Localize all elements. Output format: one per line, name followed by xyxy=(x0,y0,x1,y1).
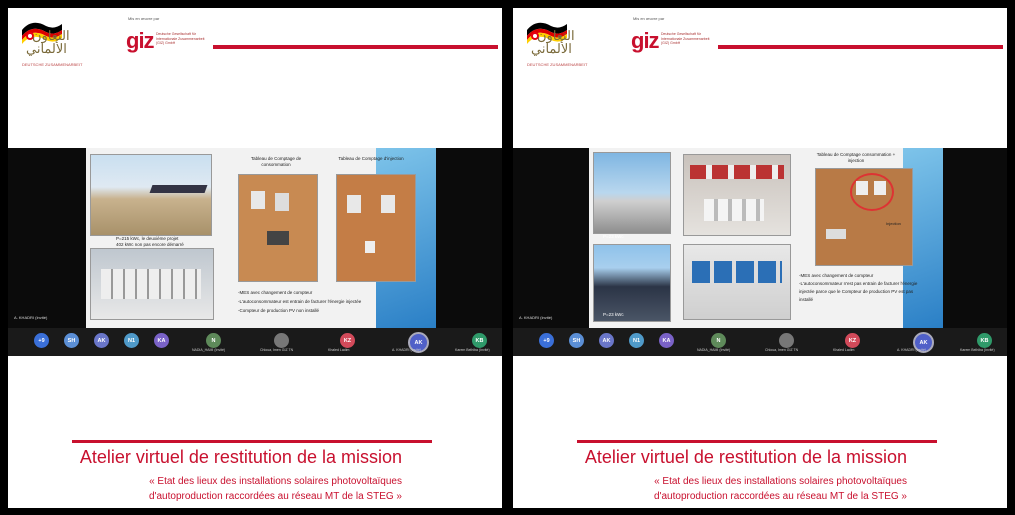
metering-board-photo: Injection xyxy=(815,168,913,266)
inverter-room-photo xyxy=(683,154,791,236)
header-divider xyxy=(213,45,498,49)
mandate-label: Mis en œuvre par xyxy=(633,16,665,21)
rooftop-photo xyxy=(593,152,671,234)
participant-name: NADIA_HAMI (Invité) xyxy=(192,348,226,352)
participant-name: Chloua, Imen GIZ TN xyxy=(765,348,799,352)
giz-desc: Deutsche Gesellschaft für Internationale… xyxy=(661,32,710,45)
participant-avatar[interactable]: KA xyxy=(659,333,674,348)
participants-bar: +9 SH AK N1 KA N NADIA_HAMI (Invité) Chl… xyxy=(8,328,502,356)
participant-avatar[interactable] xyxy=(779,333,794,348)
participant-name: Khaled Ladim xyxy=(328,348,350,352)
inverter-wall-photo xyxy=(683,244,791,320)
participant-avatar[interactable]: N xyxy=(711,333,726,348)
participant-avatar[interactable]: +9 xyxy=(539,333,554,348)
left-bullets: -MES avec changement de compteur -L'auto… xyxy=(238,290,362,313)
shared-slide: P=215 kWc, le deuxième projet 402 kWc no… xyxy=(86,148,436,328)
right-bullets: -MES avec changement de compteur -L'auto… xyxy=(799,273,918,302)
giz-desc: Deutsche Gesellschaft für Internationale… xyxy=(156,32,205,45)
participant-avatar[interactable]: KZ xyxy=(340,333,355,348)
photo-caption-1: P=23 kWc xyxy=(603,234,624,239)
arabic-logo-text: التعاون الألماني xyxy=(26,29,70,57)
participant-avatar[interactable]: KA xyxy=(154,333,169,348)
participant-name: Karem Belhiba (Invité) xyxy=(960,348,995,352)
giz-logo: giz xyxy=(631,28,660,53)
consumption-board-photo xyxy=(238,174,318,282)
footer-subtitle: « Etat des lieux des installations solai… xyxy=(149,476,402,502)
footer-divider xyxy=(577,440,937,443)
participant-name: Chloua, Imen GIZ TN xyxy=(260,348,294,352)
board-title: Tableau de Comptage consommation + injec… xyxy=(816,152,896,163)
participant-name: Khaled Ladim xyxy=(833,348,855,352)
participant-name: Karem Belhiba (Invité) xyxy=(455,348,490,352)
participant-avatar[interactable]: SH xyxy=(569,333,584,348)
video-tile: P=23 kWc P=23 kWc Tableau de Comptage co… xyxy=(513,148,1007,328)
solar-field-photo xyxy=(90,154,212,236)
footer-title: Atelier virtuel de restitution de la mis… xyxy=(79,447,402,467)
left-caption: P=215 kWc, le deuxième projet 402 kWc no… xyxy=(116,236,184,247)
inverter-room-photo xyxy=(90,248,214,320)
arabic-logo-text: التعاون الألماني xyxy=(531,29,575,57)
footer-subtitle: « Etat des lieux des installations solai… xyxy=(654,476,907,502)
photo-caption-2: P=23 kWc xyxy=(603,312,624,317)
footer-title: Atelier virtuel de restitution de la mis… xyxy=(584,447,907,467)
injection-label: Injection xyxy=(886,221,901,226)
participant-avatar[interactable]: SH xyxy=(64,333,79,348)
right-slide-panel: التعاون الألماني DEUTSCHE ZUSAMMENARBEIT… xyxy=(513,8,1007,508)
tile-name-label: A. KHADRI (Invité) xyxy=(519,315,553,320)
participant-avatar[interactable]: +9 xyxy=(34,333,49,348)
board1-title: Tableau de Comptage de consommation xyxy=(250,156,302,167)
participant-avatar[interactable]: N1 xyxy=(124,333,139,348)
solar-roof-photo xyxy=(593,244,671,322)
tile-name-label: A. KHADRI (Invité) xyxy=(14,315,48,320)
giz-logo: giz xyxy=(126,28,155,53)
left-slide-panel: التعاون الألماني DEUTSCHE ZUSAMMENARBEIT… xyxy=(8,8,502,508)
participant-name: NADIA_HAMI (Invité) xyxy=(697,348,731,352)
participant-avatar[interactable]: AK xyxy=(599,333,614,348)
coop-label: DEUTSCHE ZUSAMMENARBEIT xyxy=(22,62,83,67)
mandate-label: Mis en œuvre par xyxy=(128,16,160,21)
shared-slide: P=23 kWc P=23 kWc Tableau de Comptage co… xyxy=(589,148,943,328)
participant-name: A. KHADRI (Invité) xyxy=(897,348,927,352)
header-divider xyxy=(718,45,1003,49)
coop-label: DEUTSCHE ZUSAMMENARBEIT xyxy=(527,62,588,67)
participant-avatar[interactable]: AK xyxy=(94,333,109,348)
participant-avatar[interactable]: N xyxy=(206,333,221,348)
participant-avatar[interactable]: KZ xyxy=(845,333,860,348)
participants-bar: +9 SH AK N1 KA N NADIA_HAMI (Invité) Chl… xyxy=(513,328,1007,356)
participant-name: A. KHADRI (Invité) xyxy=(392,348,422,352)
footer-divider xyxy=(72,440,432,443)
participant-avatar[interactable]: KB xyxy=(472,333,487,348)
board2-title: Tableau de Comptage d'injection xyxy=(338,156,404,161)
participant-avatar[interactable]: N1 xyxy=(629,333,644,348)
participant-avatar[interactable]: KB xyxy=(977,333,992,348)
video-tile: P=215 kWc, le deuxième projet 402 kWc no… xyxy=(8,148,502,328)
injection-board-photo xyxy=(336,174,416,282)
participant-avatar[interactable] xyxy=(274,333,289,348)
